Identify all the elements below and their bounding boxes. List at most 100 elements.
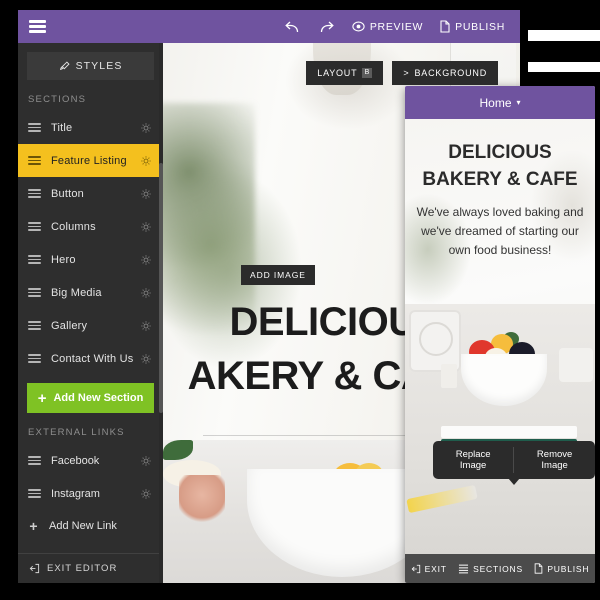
section-row-gallery[interactable]: Gallery bbox=[18, 309, 163, 342]
brush-icon bbox=[59, 60, 70, 72]
gear-icon[interactable] bbox=[140, 254, 152, 266]
external-link-facebook[interactable]: Facebook bbox=[18, 444, 163, 477]
section-row-contact-with-us[interactable]: Contact With Us bbox=[18, 342, 163, 375]
photo-cup bbox=[441, 364, 457, 388]
mobile-preview-panel[interactable]: Home ▾ DELICIOUS BAKERY & CAFE We've alw… bbox=[405, 86, 595, 583]
photo-pencils bbox=[406, 484, 478, 514]
preview-button[interactable]: PREVIEW bbox=[352, 21, 423, 33]
section-row-hero[interactable]: Hero bbox=[18, 243, 163, 276]
gear-icon[interactable] bbox=[140, 122, 152, 134]
gear-icon[interactable] bbox=[140, 488, 152, 500]
gear-icon[interactable] bbox=[140, 455, 152, 467]
gear-icon[interactable] bbox=[140, 188, 152, 200]
section-label: Title bbox=[51, 121, 73, 134]
mobile-nav-home[interactable]: Home ▾ bbox=[405, 86, 595, 119]
remove-image-button[interactable]: Remove Image bbox=[514, 441, 595, 479]
layout-badge: B bbox=[362, 68, 373, 78]
drag-handle-icon[interactable] bbox=[28, 123, 41, 132]
sections-list: Title Feature Listing Button Columns Her… bbox=[18, 111, 163, 375]
plus-icon: + bbox=[29, 518, 38, 534]
photo-mint-leaf bbox=[163, 440, 193, 460]
section-row-columns[interactable]: Columns bbox=[18, 210, 163, 243]
section-row-big-media[interactable]: Big Media bbox=[18, 276, 163, 309]
exit-editor-button[interactable]: EXIT EDITOR bbox=[18, 553, 163, 583]
drag-handle-icon[interactable] bbox=[28, 255, 41, 264]
plus-icon: + bbox=[37, 389, 47, 407]
hamburger-icon[interactable] bbox=[29, 20, 46, 33]
background-button[interactable]: > BACKGROUND bbox=[392, 61, 498, 85]
drag-handle-icon[interactable] bbox=[28, 321, 41, 330]
replace-image-button[interactable]: Replace Image bbox=[433, 441, 513, 479]
photo-appliance bbox=[409, 310, 461, 372]
canvas-toolbar-chips: LAYOUT B > BACKGROUND bbox=[306, 61, 498, 85]
top-toolbar-actions: PREVIEW PUBLISH bbox=[284, 20, 520, 34]
add-image-button[interactable]: ADD IMAGE bbox=[241, 265, 315, 285]
section-label: Button bbox=[51, 187, 85, 200]
add-new-link-button[interactable]: + Add New Link bbox=[18, 510, 163, 542]
mobile-bottom-toolbar: EXIT SECTIONS PUBLISH bbox=[405, 554, 595, 583]
mobile-headline-line2: BAKERY & CAFE bbox=[422, 169, 578, 190]
section-label: Feature Listing bbox=[51, 154, 127, 167]
chevron-down-icon: ▾ bbox=[516, 98, 521, 107]
drag-handle-icon[interactable] bbox=[28, 288, 41, 297]
mobile-headline[interactable]: DELICIOUS BAKERY & CAFE bbox=[405, 139, 595, 193]
gear-icon[interactable] bbox=[140, 353, 152, 365]
photo-bowl bbox=[461, 354, 547, 406]
mobile-image-block[interactable] bbox=[405, 304, 595, 554]
external-links-heading: EXTERNAL LINKS bbox=[28, 427, 125, 438]
styles-button[interactable]: STYLES bbox=[27, 52, 154, 80]
drag-handle-icon[interactable] bbox=[28, 222, 41, 231]
preview-label: PREVIEW bbox=[369, 20, 424, 33]
mobile-publish-button[interactable]: PUBLISH bbox=[534, 563, 589, 574]
section-label: Big Media bbox=[51, 286, 102, 299]
photo-plate bbox=[559, 348, 593, 382]
drag-handle-icon[interactable] bbox=[28, 156, 41, 165]
drag-handle-icon[interactable] bbox=[28, 456, 41, 465]
external-link-instagram[interactable]: Instagram bbox=[18, 477, 163, 510]
styles-label: STYLES bbox=[75, 60, 123, 72]
mobile-publish-label: PUBLISH bbox=[547, 563, 590, 574]
mobile-exit-button[interactable]: EXIT bbox=[411, 564, 447, 574]
section-row-feature-listing[interactable]: Feature Listing bbox=[18, 144, 163, 177]
gear-icon[interactable] bbox=[140, 320, 152, 332]
photo-side-food bbox=[179, 475, 225, 525]
drag-handle-icon[interactable] bbox=[28, 189, 41, 198]
section-label: Hero bbox=[51, 253, 76, 266]
publish-label: PUBLISH bbox=[455, 20, 505, 33]
mobile-body-text[interactable]: We've always loved baking and we've drea… bbox=[415, 203, 585, 260]
mobile-sections-label: SECTIONS bbox=[473, 563, 523, 574]
background-label: BACKGROUND bbox=[414, 68, 487, 78]
exit-icon bbox=[29, 563, 40, 574]
redo-arrow-icon[interactable] bbox=[318, 20, 335, 34]
document-icon bbox=[440, 20, 450, 33]
backdrop-bar-bottom bbox=[528, 62, 600, 72]
exit-editor-label: EXIT EDITOR bbox=[47, 563, 118, 574]
mobile-content: DELICIOUS BAKERY & CAFE We've always lov… bbox=[405, 119, 595, 554]
mobile-nav-label: Home bbox=[479, 95, 512, 110]
gear-icon[interactable] bbox=[140, 287, 152, 299]
screenshot-root: PREVIEW PUBLISH STYLES SECTIONS Title Fe… bbox=[0, 0, 600, 600]
sections-list-icon bbox=[458, 564, 469, 574]
gear-icon[interactable] bbox=[140, 155, 152, 167]
gear-icon[interactable] bbox=[140, 221, 152, 233]
mobile-headline-line1: DELICIOUS bbox=[448, 142, 552, 163]
backdrop-bar-top bbox=[528, 30, 600, 41]
drag-handle-icon[interactable] bbox=[28, 354, 41, 363]
section-row-button[interactable]: Button bbox=[18, 177, 163, 210]
section-label: Columns bbox=[51, 220, 96, 233]
left-sidebar: STYLES SECTIONS Title Feature Listing Bu… bbox=[18, 43, 163, 583]
add-new-section-button[interactable]: + Add New Section bbox=[27, 383, 154, 413]
section-row-title[interactable]: Title bbox=[18, 111, 163, 144]
mobile-sections-button[interactable]: SECTIONS bbox=[458, 564, 523, 574]
external-link-label: Instagram bbox=[51, 487, 100, 500]
add-new-link-label: Add New Link bbox=[49, 520, 117, 532]
sections-heading: SECTIONS bbox=[28, 94, 87, 105]
mobile-exit-label: EXIT bbox=[424, 563, 447, 574]
publish-button[interactable]: PUBLISH bbox=[440, 20, 505, 33]
exit-icon bbox=[411, 564, 421, 574]
layout-button[interactable]: LAYOUT B bbox=[306, 61, 384, 85]
undo-arrow-icon[interactable] bbox=[284, 20, 301, 34]
eye-icon bbox=[352, 21, 365, 32]
drag-handle-icon[interactable] bbox=[28, 489, 41, 498]
top-toolbar: PREVIEW PUBLISH bbox=[18, 10, 520, 43]
